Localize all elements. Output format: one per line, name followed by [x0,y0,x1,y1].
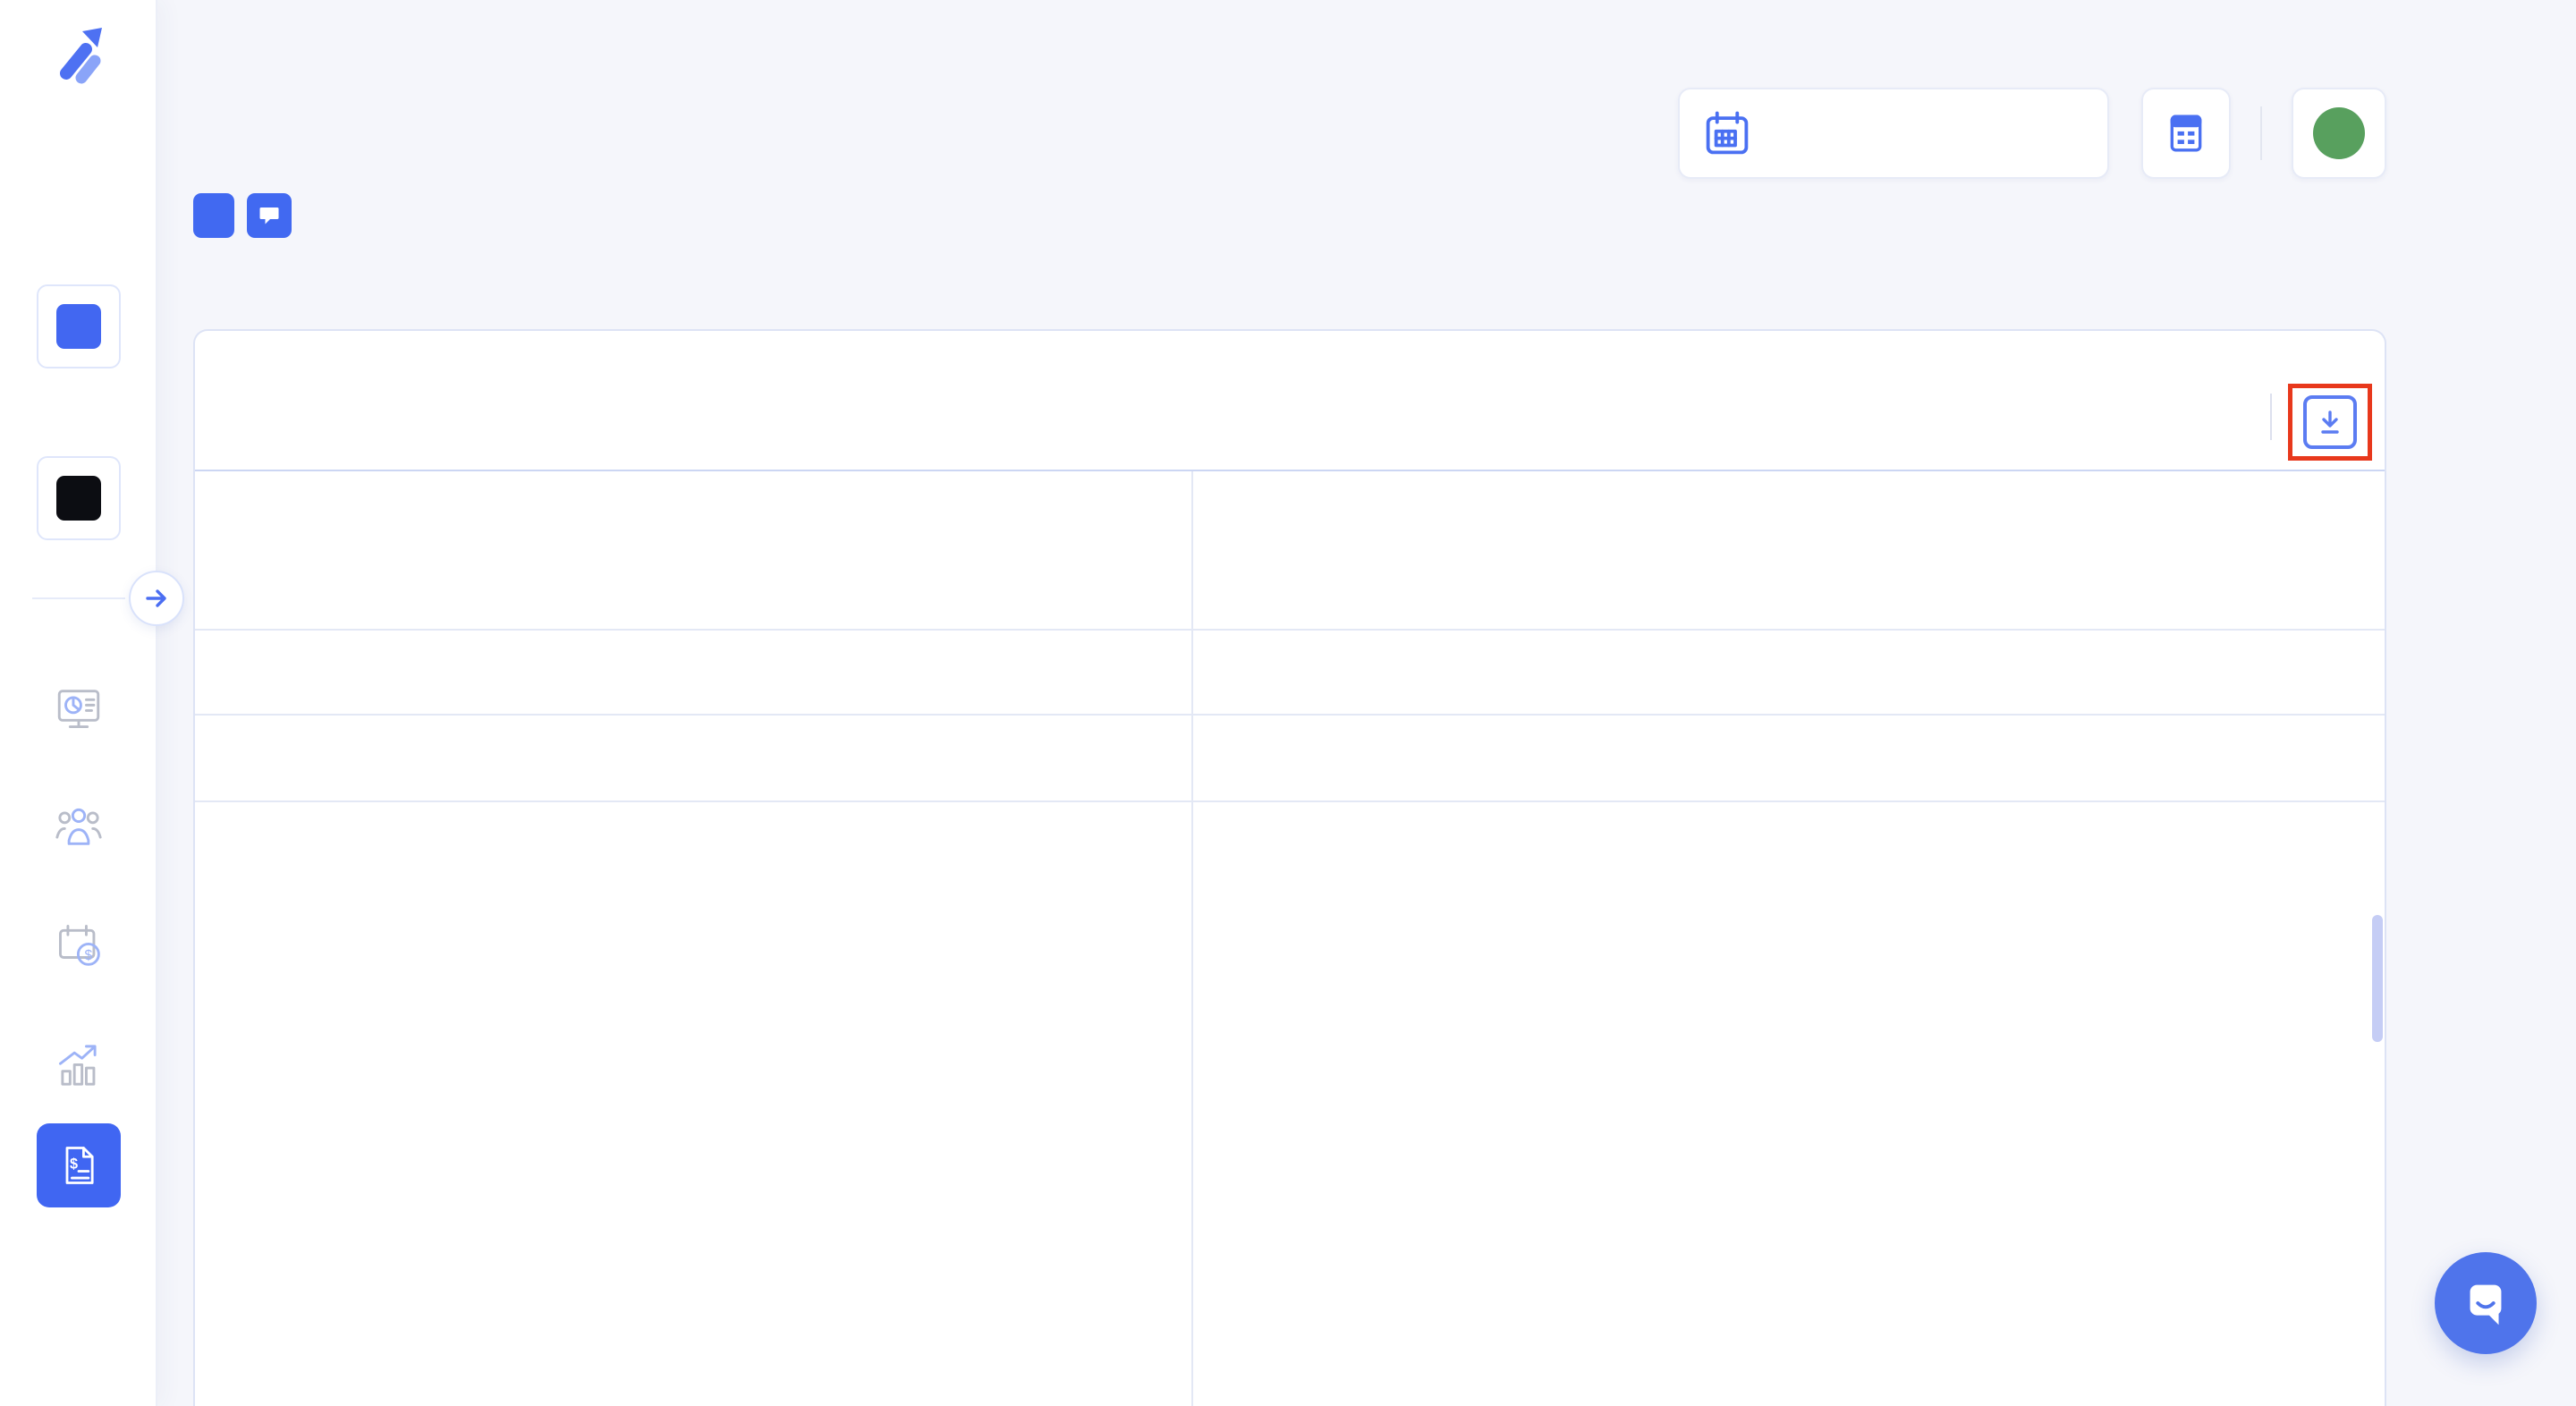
team-headcount-icon [53,800,105,852]
comment-icon [258,204,281,227]
dashboard-monitor-icon [53,682,105,734]
svg-text:$: $ [85,948,93,963]
comment-button[interactable] [247,193,292,238]
finmark-logo-icon [41,18,116,93]
account-button[interactable] [2292,88,2386,179]
selected-scenario-button[interactable] [37,284,121,368]
date-range-selector[interactable] [1678,88,2109,179]
summary-table-button[interactable] [2141,88,2231,179]
tabs-divider [2270,394,2272,440]
reports-card [193,329,2386,1406]
sidebar-expand-button[interactable] [129,571,184,626]
avatar [2313,107,2365,159]
main-area [157,0,2576,1406]
annotation-highlight-box [2288,384,2372,461]
report-table [195,471,2385,1406]
tabs-row [195,331,2385,471]
header-controls [1678,88,2386,179]
svg-text:$: $ [70,1156,78,1172]
scenario-x-chip [56,476,101,521]
sidebar-item-forecast[interactable] [52,1036,106,1089]
header-divider [2260,106,2262,160]
sidebar-item-dashboard[interactable] [52,682,106,735]
arrow-right-icon [143,585,170,612]
table-grid-icon [2165,113,2207,154]
sidebar-item-payroll[interactable]: $ [52,918,106,971]
sidebar-item-team[interactable] [52,800,106,853]
intercom-chat-button[interactable] [2435,1252,2537,1354]
reports-document-icon: $ [55,1142,102,1189]
payroll-calendar-icon: $ [53,919,105,970]
scenario-d-chip [56,304,101,349]
monthly-panel [1191,471,2385,1406]
sidebar-divider [32,597,125,599]
attributes-panel [195,471,1191,1406]
vertical-scrollbar[interactable] [2372,915,2383,1042]
month-filters [1193,716,2370,800]
forecast-chart-icon [53,1037,105,1088]
attribute-column-headers [195,631,1191,716]
badge-row [193,193,292,238]
download-button[interactable] [2303,395,2357,449]
month-column-headers [1193,631,2370,714]
plan-badge[interactable] [193,193,234,238]
attribute-filters [195,716,1191,802]
download-icon [2316,408,2344,436]
sidebar-item-reports[interactable]: $ [37,1123,121,1207]
sidebar: $ $ [0,0,157,1406]
chat-bubble-icon [2458,1275,2513,1331]
calendar-icon [1703,109,1751,157]
compare-scenario-button[interactable] [37,456,121,540]
